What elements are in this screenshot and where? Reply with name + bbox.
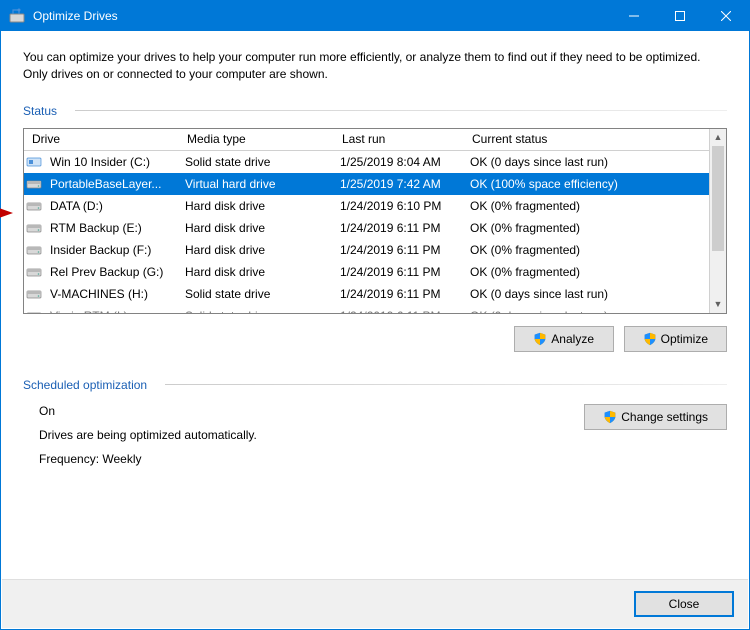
table-row[interactable]: DATA (D:) Hard disk drive1/24/2019 6:10 P… xyxy=(24,195,709,217)
col-status[interactable]: Current status xyxy=(468,129,708,149)
last-run: 1/24/2019 6:11 PM xyxy=(336,221,466,235)
scroll-thumb[interactable] xyxy=(712,146,724,251)
last-run: 1/24/2019 6:11 PM xyxy=(336,309,466,314)
media-type: Solid state drive xyxy=(181,309,336,314)
maximize-button[interactable] xyxy=(657,1,703,31)
schedule-desc: Drives are being optimized automatically… xyxy=(39,428,584,442)
drives-table: Drive Media type Last run Current status… xyxy=(23,128,727,314)
close-dialog-button[interactable]: Close xyxy=(634,591,734,617)
change-settings-label: Change settings xyxy=(621,410,708,424)
optimize-button[interactable]: Optimize xyxy=(624,326,727,352)
divider xyxy=(75,110,727,111)
table-row[interactable]: Win 10 Insider (C:) Solid state drive1/25… xyxy=(24,151,709,173)
table-row[interactable]: Rel Prev Backup (G:) Hard disk drive1/24/… xyxy=(24,261,709,283)
close-label: Close xyxy=(669,597,700,611)
current-status: OK (0% fragmented) xyxy=(466,243,706,257)
last-run: 1/24/2019 6:10 PM xyxy=(336,199,466,213)
current-status: OK (0% fragmented) xyxy=(466,221,706,235)
drive-icon xyxy=(26,222,42,234)
table-row[interactable]: RTM Backup (E:) Hard disk drive1/24/2019 … xyxy=(24,217,709,239)
media-type: Hard disk drive xyxy=(181,199,336,213)
col-lastrun[interactable]: Last run xyxy=(338,129,468,149)
last-run: 1/24/2019 6:11 PM xyxy=(336,243,466,257)
drive-name: RTM Backup (E:) xyxy=(46,221,142,235)
media-type: Hard disk drive xyxy=(181,265,336,279)
current-status: OK (0% fragmented) xyxy=(466,265,706,279)
table-header: Drive Media type Last run Current status xyxy=(24,129,709,151)
status-label: Status xyxy=(23,104,57,118)
current-status: OK (0 days since last run) xyxy=(466,287,706,301)
titlebar: Optimize Drives xyxy=(1,1,749,31)
media-type: Solid state drive xyxy=(181,155,336,169)
scroll-up-icon[interactable]: ▲ xyxy=(710,129,726,146)
analyze-label: Analyze xyxy=(551,332,594,346)
drive-name: Win 10 Insider (C:) xyxy=(46,155,150,169)
intro-text: You can optimize your drives to help you… xyxy=(23,49,727,84)
bottom-bar: Close xyxy=(2,579,748,628)
drive-icon xyxy=(26,310,42,314)
schedule-on: On xyxy=(39,404,584,418)
last-run: 1/24/2019 6:11 PM xyxy=(336,287,466,301)
table-row[interactable]: Insider Backup (F:) Hard disk drive1/24/2… xyxy=(24,239,709,261)
drive-icon xyxy=(26,266,42,278)
media-type: Virtual hard drive xyxy=(181,177,336,191)
table-row[interactable]: PortableBaseLayer... Virtual hard drive1/… xyxy=(24,173,709,195)
current-status: OK (0% fragmented) xyxy=(466,199,706,213)
change-settings-button[interactable]: Change settings xyxy=(584,404,727,430)
drive-icon xyxy=(26,288,42,300)
last-run: 1/25/2019 8:04 AM xyxy=(336,155,466,169)
last-run: 1/25/2019 7:42 AM xyxy=(336,177,466,191)
shield-icon xyxy=(643,332,657,346)
table-row[interactable]: Virgin RTM (I:) Solid state drive1/24/201… xyxy=(24,305,709,314)
drive-name: V-MACHINES (H:) xyxy=(46,287,148,301)
drive-name: PortableBaseLayer... xyxy=(46,177,161,191)
schedule-label: Scheduled optimization xyxy=(23,378,147,392)
scroll-down-icon[interactable]: ▼ xyxy=(710,296,726,313)
minimize-button[interactable] xyxy=(611,1,657,31)
close-button[interactable] xyxy=(703,1,749,31)
table-row[interactable]: V-MACHINES (H:) Solid state drive1/24/201… xyxy=(24,283,709,305)
current-status: OK (0 days since last run) xyxy=(466,309,706,314)
drive-name: DATA (D:) xyxy=(46,199,103,213)
current-status: OK (100% space efficiency) xyxy=(466,177,706,191)
app-icon xyxy=(9,8,25,24)
drive-icon xyxy=(26,200,42,212)
media-type: Hard disk drive xyxy=(181,221,336,235)
col-drive[interactable]: Drive xyxy=(28,129,183,149)
media-type: Hard disk drive xyxy=(181,243,336,257)
window-title: Optimize Drives xyxy=(33,9,611,23)
schedule-freq: Frequency: Weekly xyxy=(39,452,584,466)
shield-icon xyxy=(533,332,547,346)
drive-icon xyxy=(26,244,42,256)
shield-icon xyxy=(603,410,617,424)
col-media[interactable]: Media type xyxy=(183,129,338,149)
drive-name: Rel Prev Backup (G:) xyxy=(46,265,163,279)
divider xyxy=(165,384,727,385)
selection-arrow-icon xyxy=(0,207,19,222)
drive-name: Virgin RTM (I:) xyxy=(46,309,128,314)
media-type: Solid state drive xyxy=(181,287,336,301)
analyze-button[interactable]: Analyze xyxy=(514,326,614,352)
current-status: OK (0 days since last run) xyxy=(466,155,706,169)
drive-icon xyxy=(26,156,42,168)
optimize-label: Optimize xyxy=(661,332,708,346)
drive-name: Insider Backup (F:) xyxy=(46,243,151,257)
last-run: 1/24/2019 6:11 PM xyxy=(336,265,466,279)
scrollbar[interactable]: ▲ ▼ xyxy=(709,129,726,313)
drive-icon xyxy=(26,178,42,190)
